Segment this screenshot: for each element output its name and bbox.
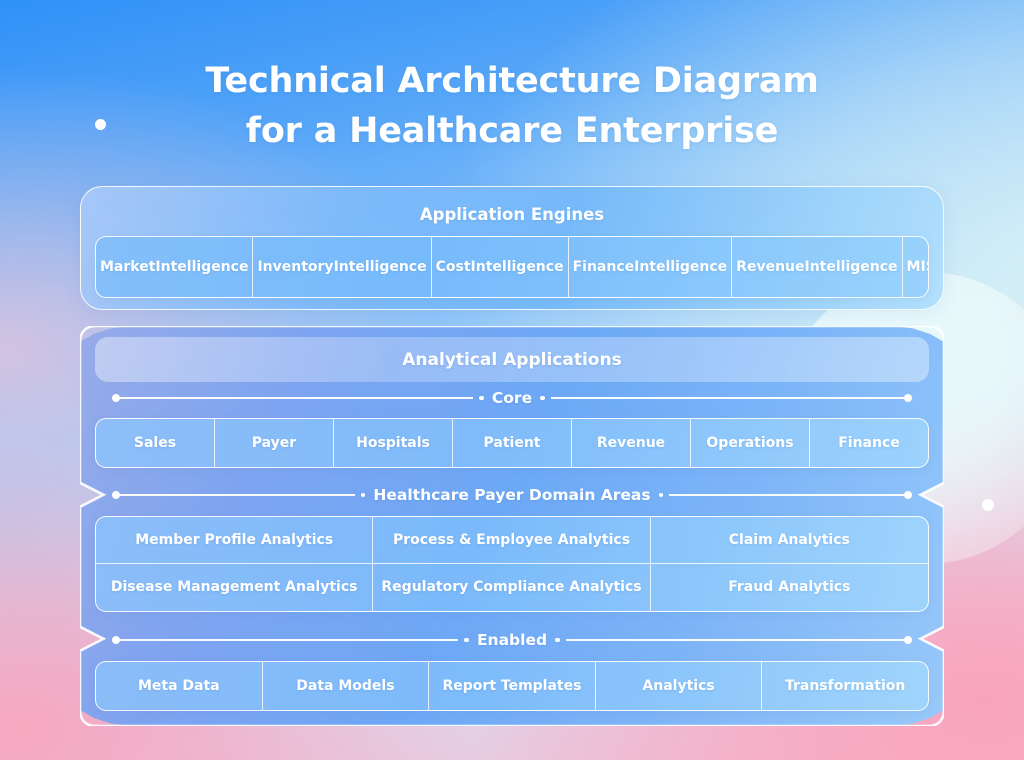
divider-mini-dot-right [540,395,545,401]
enabled-cell[interactable]: Analytics [596,662,763,710]
divider-enabled: Enabled [112,631,913,649]
application-engine-cell-label: Intelligence [333,258,427,275]
diagram-canvas: Technical Architecture Diagram for a Hea… [0,0,1024,760]
core-cell-label: Payer [251,434,297,451]
core-cell[interactable]: Operations [691,419,810,467]
divider-line-left [120,494,355,496]
divider-label-core: Core [491,389,533,407]
analytical-applications-heading-bar: Analytical Applications [95,337,929,382]
core-cell[interactable]: Patient [453,419,572,467]
domain-area-cell-label: Disease Management Analytics [110,579,358,596]
application-engine-cell-label: Intelligence [470,258,564,275]
core-cell-label: Hospitals [356,434,430,451]
divider-label-enabled: Enabled [476,631,548,649]
divider-mini-dot-left [360,492,366,498]
divider-label-healthcare-payer-domain-areas: Healthcare Payer Domain Areas [373,486,651,504]
domain-area-cell[interactable]: Fraud Analytics [651,564,928,611]
application-engines-heading: Application Engines [419,205,605,224]
divider-line-right [550,397,904,399]
divider-end-dot-left [112,636,120,644]
analytical-applications-heading: Analytical Applications [402,349,622,370]
core-row: Sales Payer Hospitals Patient Revenue Operati… [95,418,929,468]
domain-area-cell[interactable]: Disease Management Analytics [96,564,374,611]
divider-end-dot-left [112,394,120,402]
enabled-cell[interactable]: Data Models [263,662,430,710]
divider-mini-dot-right [658,492,664,498]
application-engine-cell[interactable]: Revenue Intelligence [732,237,903,297]
domain-area-cell[interactable]: Member Profile Analytics [96,517,374,564]
application-engine-cell-label: Intelligence [804,258,898,275]
application-engines-row: Market Intelligence Inventory Intelligence C… [95,236,929,298]
core-cell-label: Patient [483,434,541,451]
core-cell[interactable]: Hospitals [334,419,453,467]
divider-end-dot-right [904,491,913,499]
domain-area-cell[interactable]: Regulatory Compliance Analytics [373,564,651,611]
application-engine-cell[interactable]: MISDashboard [903,237,928,297]
application-engine-cell-label: MIS [906,258,928,275]
divider-mini-dot-right [555,637,560,643]
domain-area-cell-label: Claim Analytics [728,531,850,548]
domain-area-cell[interactable]: Claim Analytics [650,517,928,564]
application-engine-cell-label: Inventory [257,258,334,275]
enabled-cell[interactable]: Transformation [762,662,928,710]
core-cell[interactable]: Finance [810,419,928,467]
enabled-cell-label: Report Templates [442,677,582,694]
application-engine-cell-label: Cost [435,258,471,275]
divider-end-dot-right [904,394,912,402]
page-title-line-1: Technical Architecture Diagram [205,61,819,101]
divider-end-dot-left [112,491,120,499]
core-cell-label: Finance [838,434,900,451]
core-cell[interactable]: Sales [96,419,215,467]
core-cell[interactable]: Payer [215,419,334,467]
divider-line-right [669,494,905,496]
domain-area-cell-label: Process & Employee Analytics [392,531,631,548]
divider-line-left [120,397,474,399]
enabled-cell[interactable]: Meta Data [96,662,263,710]
enabled-cell[interactable]: Report Templates [429,662,596,710]
domain-area-cell-label: Fraud Analytics [728,579,851,596]
enabled-cell-label: Analytics [642,677,715,694]
application-engine-cell-label: Intelligence [155,258,249,275]
domain-area-cell-label: Regulatory Compliance Analytics [381,579,642,596]
application-engine-cell-label: Market [100,258,156,275]
divider-core: Core [112,389,912,407]
healthcare-payer-domain-areas-grid: Member Profile Analytics Process & Employ… [95,516,929,612]
divider-mini-dot-left [464,637,469,643]
decorative-dot-right [982,499,994,511]
core-cell[interactable]: Revenue [572,419,691,467]
application-engine-cell[interactable]: Cost Intelligence [432,237,569,297]
divider-mini-dot-left [479,395,484,401]
core-cell-label: Revenue [596,434,666,451]
domain-area-cell-label: Member Profile Analytics [135,531,334,548]
application-engine-cell-label: Intelligence [634,258,728,275]
domain-area-cell[interactable]: Process & Employee Analytics [373,517,651,564]
divider-healthcare-payer-domain-areas: Healthcare Payer Domain Areas [112,486,913,504]
application-engine-cell[interactable]: Market Intelligence [96,237,254,297]
core-cell-label: Operations [706,434,794,451]
divider-line-left [120,639,459,641]
enabled-cell-label: Data Models [296,677,395,694]
application-engine-cell[interactable]: Finance Intelligence [569,237,733,297]
enabled-row: Meta Data Data Models Report Templates Anal… [95,661,929,711]
divider-line-right [565,639,905,641]
divider-end-dot-right [904,636,913,644]
page-title: Technical Architecture Diagram for a Hea… [0,56,1024,157]
enabled-cell-label: Transformation [784,677,906,694]
enabled-cell-label: Meta Data [137,677,220,694]
application-engine-cell[interactable]: Inventory Intelligence [253,237,432,297]
core-cell-label: Sales [133,434,177,451]
page-title-line-2: for a Healthcare Enterprise [245,111,779,152]
application-engine-cell-label: Finance [572,258,635,275]
application-engine-cell-label: Revenue [736,258,805,275]
